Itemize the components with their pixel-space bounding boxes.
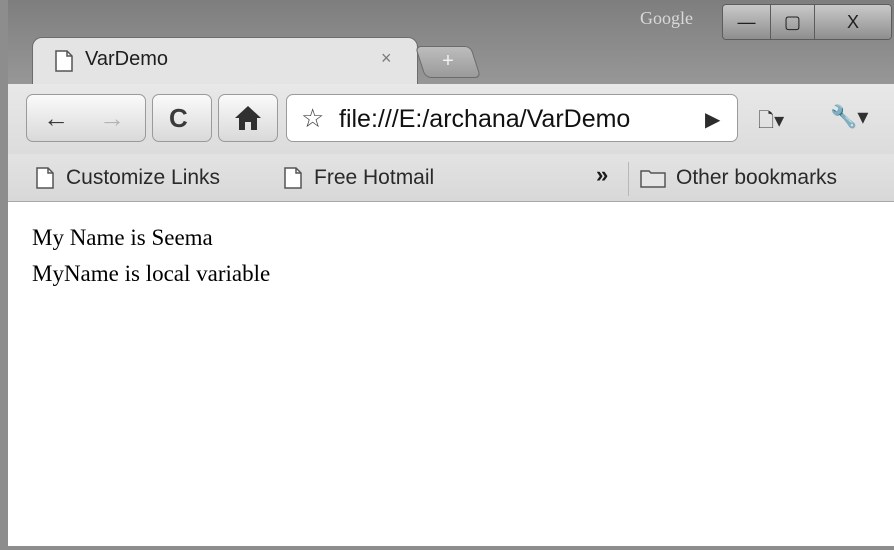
bookmarks-divider <box>628 162 629 196</box>
page-icon <box>55 50 73 72</box>
go-icon[interactable]: ▶ <box>705 107 720 132</box>
other-bookmarks-label: Other bookmarks <box>676 166 838 189</box>
page-icon <box>36 167 54 189</box>
browser-window: Google — ▢ X VarDemo × + ← → C ☆ ▶ <box>0 0 894 550</box>
tab-close-icon[interactable]: × <box>381 48 392 69</box>
url-input[interactable] <box>339 104 689 134</box>
bookmark-label: Free Hotmail <box>314 166 435 189</box>
maximize-button[interactable]: ▢ <box>771 5 815 39</box>
bookmark-customize-links[interactable]: Customize Links <box>36 154 220 202</box>
forward-button[interactable]: → <box>99 105 125 131</box>
page-text-line: MyName is local variable <box>32 261 271 286</box>
tab-title: VarDemo <box>85 48 168 70</box>
window-controls: — ▢ X <box>722 4 892 40</box>
page-menu-button[interactable]: 🗋▾ <box>758 106 784 140</box>
reload-icon: C <box>169 103 188 133</box>
google-brand-label: Google <box>640 8 693 28</box>
tab-vardemo[interactable]: VarDemo × <box>32 37 418 84</box>
bookmarks-overflow-icon[interactable]: » <box>596 162 608 188</box>
new-tab-icon[interactable]: + <box>432 47 464 75</box>
back-forward-group: ← → <box>26 94 146 142</box>
bookmarks-bar: Customize Links Free Hotmail » Other boo… <box>8 154 894 202</box>
close-window-button[interactable]: X <box>815 5 891 39</box>
minimize-button[interactable]: — <box>723 5 771 39</box>
other-bookmarks-button[interactable]: Other bookmarks <box>640 154 837 202</box>
bookmark-label: Customize Links <box>66 166 221 189</box>
page-text-line: My Name is Seema <box>32 225 213 250</box>
page-content: My Name is Seema MyName is local variabl… <box>8 203 894 546</box>
folder-icon <box>640 170 666 188</box>
page-icon <box>284 167 302 189</box>
reload-button[interactable]: C <box>152 94 212 142</box>
home-button[interactable] <box>218 94 278 142</box>
bookmark-star-icon[interactable]: ☆ <box>301 104 324 132</box>
home-icon <box>235 106 261 130</box>
address-bar[interactable]: ☆ ▶ <box>286 94 738 142</box>
bookmark-free-hotmail[interactable]: Free Hotmail <box>284 154 434 202</box>
toolbar: ← → C ☆ ▶ 🗋▾ 🔧▾ <box>8 84 894 154</box>
back-button[interactable]: ← <box>43 105 69 131</box>
wrench-menu-button[interactable]: 🔧▾ <box>830 104 868 130</box>
